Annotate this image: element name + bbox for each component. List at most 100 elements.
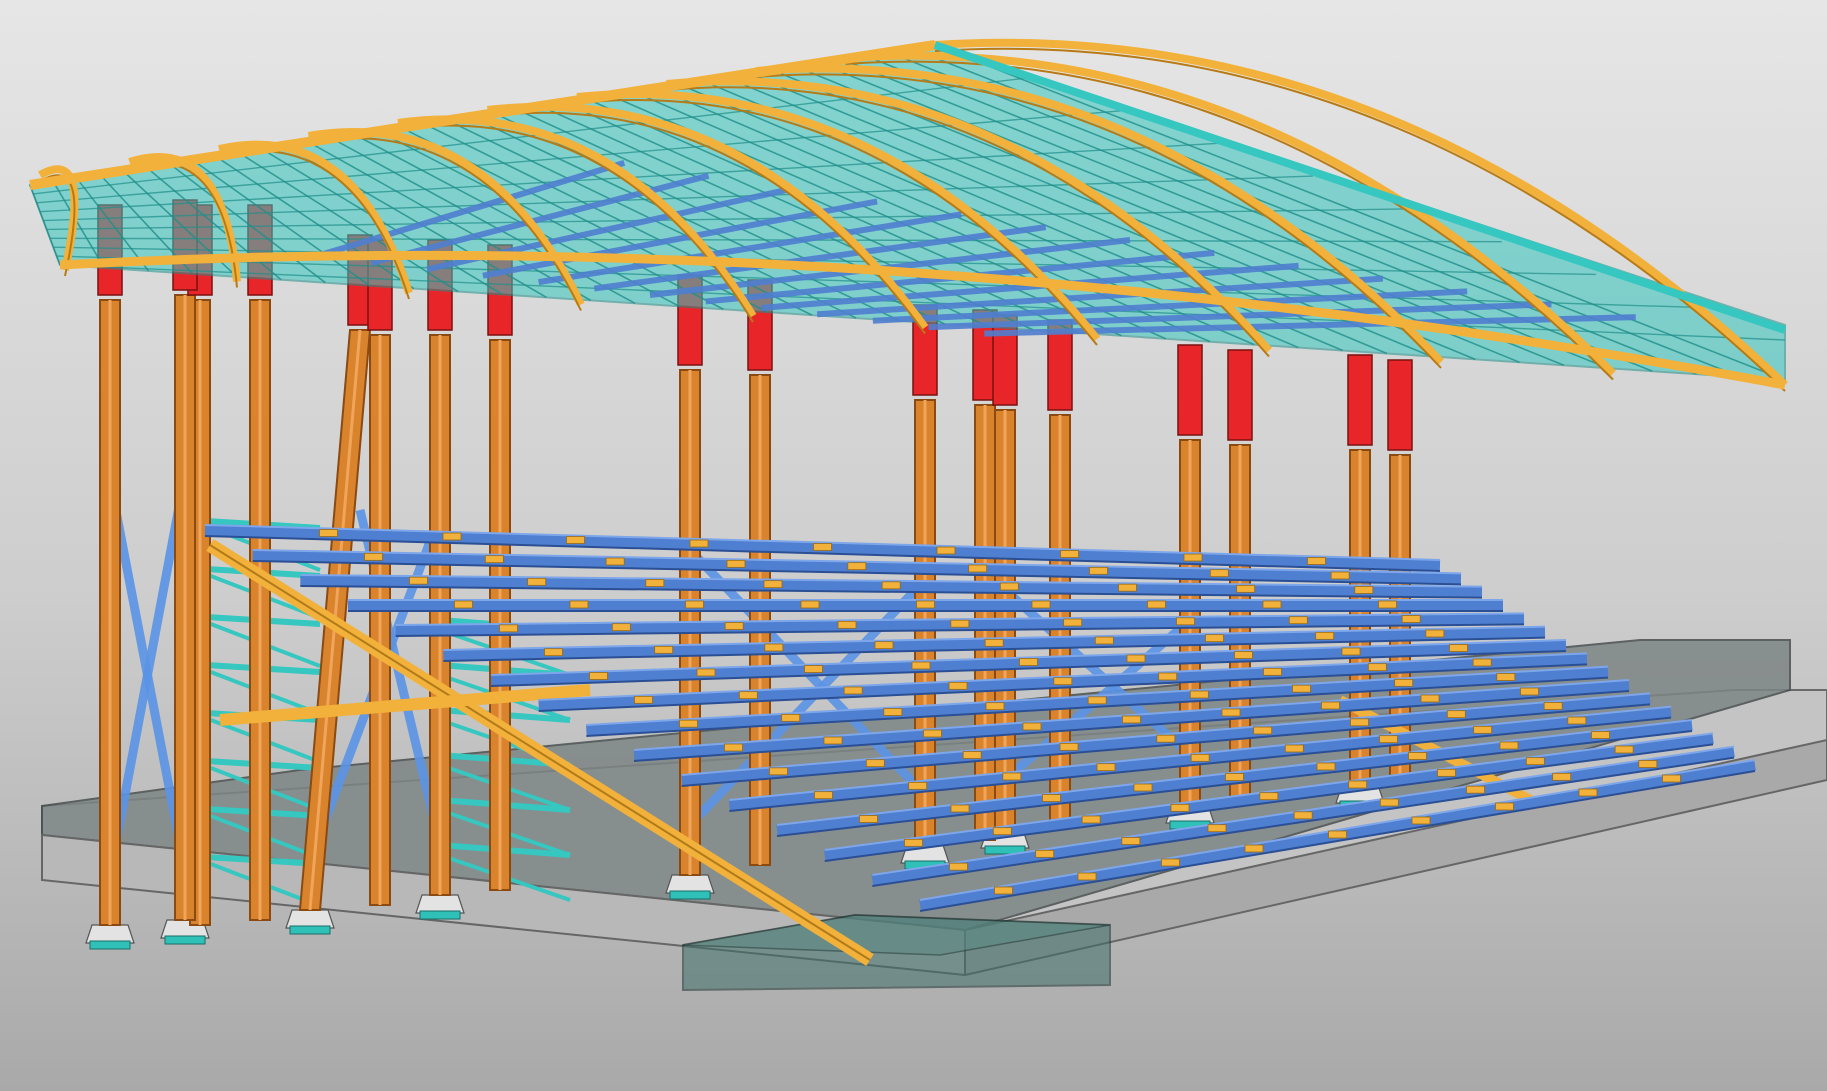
seat-bracket [881,581,901,590]
seat-bracket [319,529,338,537]
seat-bracket [1121,837,1141,845]
seat-bracket [1316,762,1336,771]
seat-bracket [992,827,1012,836]
seat-bracket [1225,773,1244,781]
seat-bracket [764,643,784,652]
seat-bracket [1578,788,1598,797]
seat-bracket [1330,571,1350,580]
seat-bracket [781,713,801,722]
seat-bracket [654,645,674,654]
seat-bracket [1328,830,1347,839]
seat-bracket [1408,752,1427,760]
seat-bracket [936,546,956,555]
seat-bracket [1495,802,1514,811]
seat-bracket [904,838,923,847]
seat-bracket [1401,615,1421,623]
seat-bracket [823,736,843,745]
seat-bracket [1263,667,1282,676]
seat-bracket [847,562,867,571]
seat-bracket [1096,763,1116,772]
seat-bracket [1425,629,1445,638]
seat-bracket [769,767,788,776]
seat-bracket [1543,702,1563,710]
seat-bracket [724,622,744,630]
seat-bracket [1053,677,1073,686]
seat-bracket [1552,772,1572,781]
seat-bracket [1234,651,1253,659]
seat-bracket [1379,798,1399,807]
base-plate-grout [89,940,131,950]
seat-bracket [1591,731,1610,739]
seat-bracket [1077,872,1097,881]
seat-bracket [1170,803,1190,812]
seat-bracket [1348,780,1368,789]
seat-bracket [1022,722,1042,731]
seat-bracket [908,781,928,790]
seat-bracket [984,638,1004,647]
seat-bracket [1446,710,1466,719]
seat-bracket [1035,849,1055,858]
seat-bracket [1367,663,1387,672]
seat-bracket [645,579,665,587]
seat-bracket [1662,774,1681,783]
seat-bracket [923,729,942,738]
seat-bracket [1321,701,1340,710]
base-plate [285,909,335,929]
seat-bracket [1063,618,1083,627]
column-capital [1227,349,1253,441]
seat-bracket [1614,745,1634,754]
seat-bracket [1118,583,1137,592]
base-plate-grout [419,910,461,920]
seat-bracket [454,600,473,609]
seat-bracket [1081,815,1101,824]
seat-bracket [1567,716,1587,725]
seat-bracket [527,577,547,586]
seat-bracket [1307,557,1326,565]
seat-bracket [1262,600,1282,609]
seat-bracket [1341,647,1361,656]
seat-bracket [1253,726,1273,735]
seat-bracket [1031,600,1051,609]
seat-bracket [726,559,746,568]
seat-bracket [1293,811,1313,820]
roof-truss-canopy [28,38,1788,392]
seat-bracket [696,668,716,677]
seat-bracket [1473,725,1493,734]
seat-bracket [1122,715,1141,724]
seat-bracket [1089,566,1108,575]
seat-bracket [1087,696,1107,705]
seat-bracket [685,600,704,609]
seat-bracket [804,665,823,673]
base-plate-grout [289,925,331,935]
seat-bracket [999,582,1019,591]
base-plate [85,924,135,944]
grandstand-structure-svg [28,38,1827,992]
seat-bracket [1207,824,1227,833]
seat-bracket [1315,631,1335,640]
seat-bracket [1420,694,1440,703]
seat-bracket [949,862,968,871]
stadium-render-viewport [0,0,1827,1091]
seat-bracket [1126,654,1146,663]
seat-bracket [1472,658,1492,667]
seat-bracket [763,580,783,589]
seat-bracket [1496,673,1516,681]
seat-bracket [985,702,1005,711]
seat-bracket [1059,742,1079,751]
seat-bracket [738,691,758,700]
seat-bracket [865,759,885,768]
seat-bracket [1525,757,1545,766]
seat-bracket [1156,734,1176,743]
seat-bracket [1499,741,1519,750]
seat-bracket [950,619,970,628]
seat-bracket [1094,636,1114,645]
seat-bracket [1354,586,1374,594]
seat-bracket [874,641,894,650]
seat-bracket [994,886,1013,895]
base-plate-grout [164,935,206,945]
seat-bracket [1002,772,1022,781]
seat-bracket [1019,658,1038,666]
seat-bracket [1236,584,1256,593]
seat-bracket [843,686,863,695]
seat-bracket [883,708,903,716]
